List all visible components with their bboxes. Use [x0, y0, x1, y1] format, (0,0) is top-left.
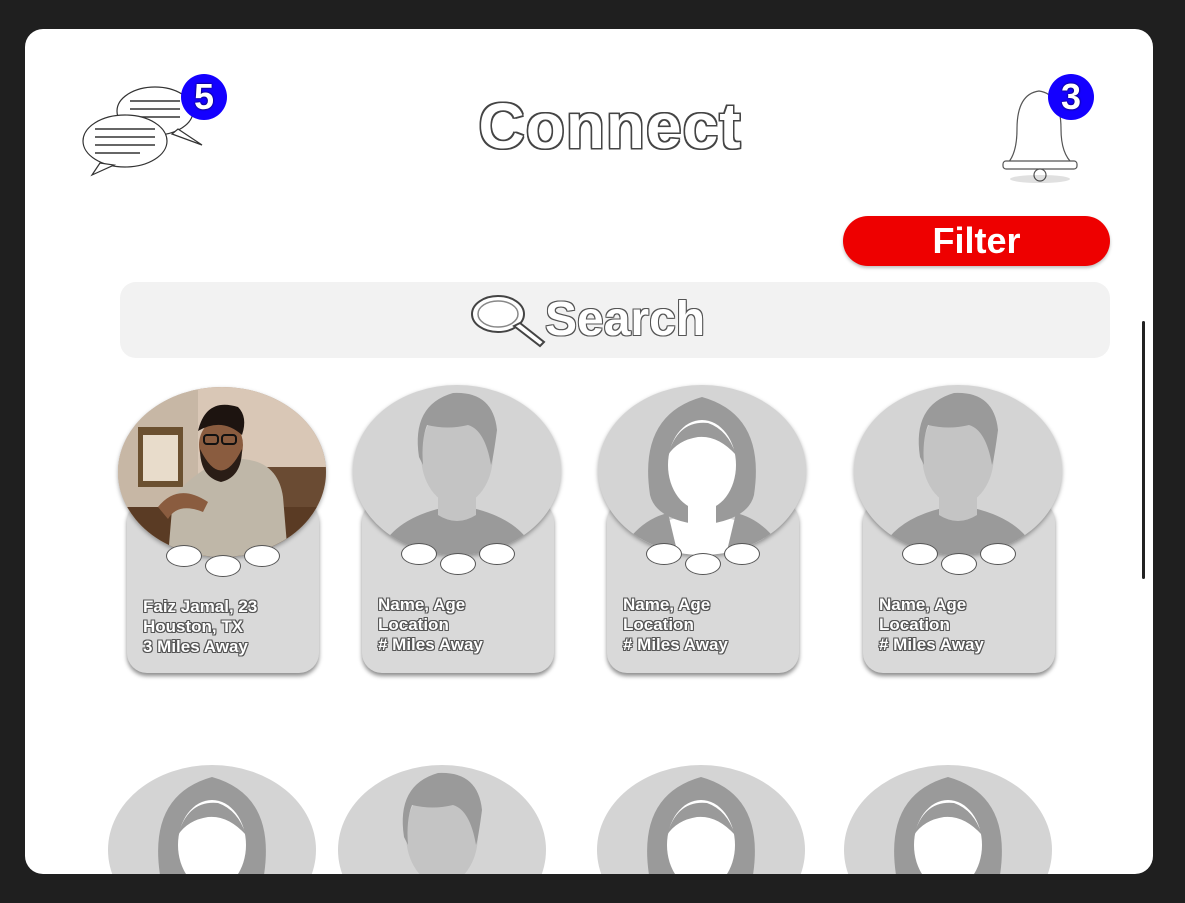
female-silhouette-icon: [647, 777, 755, 874]
profile-name-age: Name, Age: [879, 595, 967, 614]
male-silhouette-icon: [378, 392, 536, 555]
notifications-button[interactable]: 3: [997, 74, 1107, 184]
point-reaction-button[interactable]: [685, 553, 721, 575]
female-silhouette-icon: [158, 777, 266, 874]
messages-badge: 5: [181, 74, 227, 120]
wave-reaction-button[interactable]: [646, 543, 682, 565]
profile-location: Houston, TX: [143, 617, 244, 636]
search-icon: [471, 295, 546, 348]
female-silhouette-icon: [894, 777, 1002, 874]
profile-location: Location: [623, 615, 694, 634]
profile-photo[interactable]: [118, 387, 326, 557]
profile-location: Location: [378, 615, 449, 634]
hand-reaction-button[interactable]: [724, 543, 760, 565]
profile-avatar-placeholder[interactable]: [844, 765, 1052, 874]
hand-reaction-button[interactable]: [479, 543, 515, 565]
app-screen: 5 Connect 3 Filter Search Faiz Jamal, 23…: [25, 29, 1153, 874]
profile-distance: # Miles Away: [378, 635, 483, 654]
point-reaction-button[interactable]: [941, 553, 977, 575]
wave-reaction-button[interactable]: [902, 543, 938, 565]
profile-avatar-placeholder[interactable]: [597, 765, 805, 874]
profile-avatar-placeholder[interactable]: [353, 385, 561, 555]
profile-details: Faiz Jamal, 23 Houston, TX 3 Miles Away: [143, 597, 257, 657]
messages-button[interactable]: 5: [80, 74, 230, 179]
profile-details: Name, Age Location # Miles Away: [623, 595, 728, 655]
scrollbar[interactable]: [1142, 321, 1145, 579]
profile-name-age: Faiz Jamal, 23: [143, 597, 258, 616]
wave-reaction-button[interactable]: [401, 543, 437, 565]
profile-details: Name, Age Location # Miles Away: [378, 595, 483, 655]
profile-avatar-placeholder[interactable]: [854, 385, 1062, 555]
search-label: Search: [545, 293, 706, 346]
profile-avatar-placeholder[interactable]: [338, 765, 546, 874]
profile-name-age: Name, Age: [623, 595, 711, 614]
male-silhouette-icon: [402, 772, 482, 874]
filter-button[interactable]: Filter: [843, 216, 1110, 266]
notifications-badge: 3: [1048, 74, 1094, 120]
hand-reaction-button[interactable]: [980, 543, 1016, 565]
profile-location: Location: [879, 615, 950, 634]
profile-avatar-placeholder[interactable]: [598, 385, 806, 555]
page-title: Connect: [478, 90, 742, 162]
point-reaction-button[interactable]: [440, 553, 476, 575]
profile-photo-image: [118, 387, 326, 557]
male-silhouette-icon: [879, 392, 1037, 555]
wave-reaction-button[interactable]: [166, 545, 202, 567]
profile-avatar-placeholder[interactable]: [108, 765, 316, 874]
female-silhouette-icon: [618, 397, 786, 555]
profile-distance: 3 Miles Away: [143, 637, 248, 656]
profile-details: Name, Age Location # Miles Away: [879, 595, 984, 655]
profile-distance: # Miles Away: [879, 635, 984, 654]
profile-distance: # Miles Away: [623, 635, 728, 654]
search-bar[interactable]: Search: [120, 282, 1110, 358]
profile-name-age: Name, Age: [378, 595, 466, 614]
hand-reaction-button[interactable]: [244, 545, 280, 567]
point-reaction-button[interactable]: [205, 555, 241, 577]
